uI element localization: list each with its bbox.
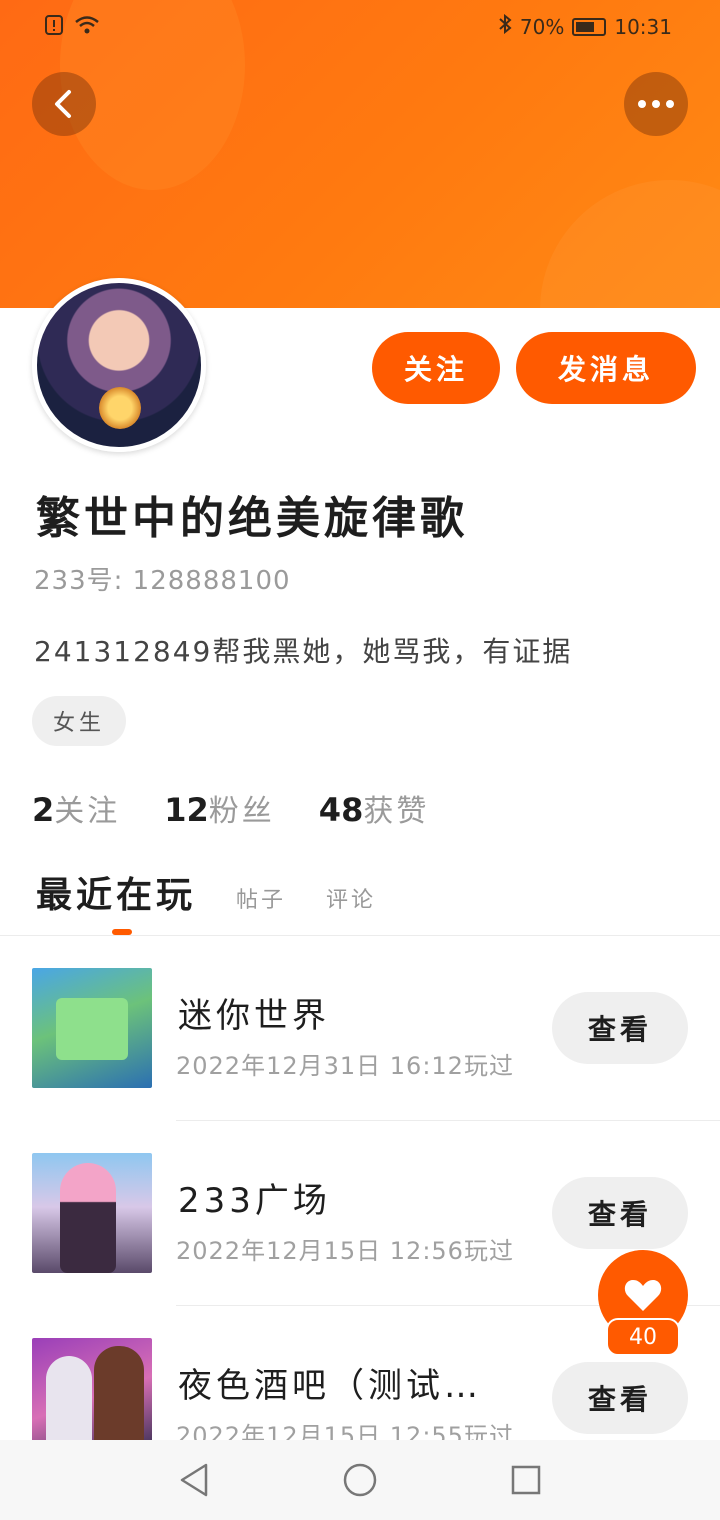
tab-posts[interactable]: 帖子 [236,882,286,914]
stat-label: 粉丝 [208,794,275,829]
banner-decoration [540,180,720,308]
view-button[interactable]: 查看 [552,992,688,1064]
view-button[interactable]: 查看 [552,1362,688,1434]
heart-icon [624,1280,662,1311]
back-button[interactable] [32,72,96,136]
tab-recently-played[interactable]: 最近在玩 [36,866,196,918]
like-count-badge: 40 [606,1318,680,1356]
game-played-time: 2022年12月15日 12:56玩过 [176,1237,514,1265]
nav-back-button[interactable] [166,1452,222,1508]
gender-tag: 女生 [32,696,126,746]
more-dots-icon [638,100,674,108]
game-title: 夜色酒吧（测试… [178,1366,482,1406]
bluetooth-icon [498,13,512,39]
view-button[interactable]: 查看 [552,1177,688,1249]
user-bio: 241312849帮我黑她，她骂我，有证据 [34,635,573,668]
profile-stats: 2关注 12粉丝 48获赞 [32,786,429,830]
avatar[interactable] [32,278,206,452]
clock: 10:31 [614,14,672,39]
system-nav-bar [0,1440,720,1520]
follow-button[interactable]: 关注 [372,332,500,404]
nav-home-button[interactable] [332,1452,388,1508]
triangle-back-icon [180,1463,208,1497]
tab-comments[interactable]: 评论 [326,882,376,914]
stat-following[interactable]: 2关注 [32,786,120,830]
profile-screen: 70% 10:31 关注 发消息 繁世中的绝美旋律歌 233号: 1288881… [0,0,720,1520]
stat-followers[interactable]: 12粉丝 [164,786,275,830]
game-title: 迷你世界 [178,996,330,1036]
send-message-button[interactable]: 发消息 [516,332,696,404]
thumbnail-art [56,998,128,1060]
stat-label: 关注 [54,794,121,829]
profile-tabs: 最近在玩 帖子 评论 [36,866,376,918]
stat-likes[interactable]: 48获赞 [319,786,430,830]
stat-number: 2 [32,791,55,829]
game-thumbnail [32,1153,152,1273]
user-id: 233号: 128888100 [34,566,291,596]
avatar-art [99,387,141,429]
circle-home-icon [343,1463,377,1497]
wifi-icon [74,15,100,40]
game-title: 233广场 [178,1181,331,1221]
alert-icon [44,14,64,41]
battery-percent: 70% [519,14,565,39]
list-item[interactable]: 迷你世界 2022年12月31日 16:12玩过 查看 [0,936,720,1121]
nav-recents-button[interactable] [498,1452,554,1508]
user-name: 繁世中的绝美旋律歌 [36,493,468,544]
battery-icon [572,17,607,36]
status-bar: 70% 10:31 [0,0,720,56]
stat-label: 获赞 [363,794,430,829]
game-thumbnail [32,968,152,1088]
stat-number: 48 [318,791,364,829]
thumbnail-art [60,1163,116,1273]
chevron-left-icon [55,90,71,118]
stat-number: 12 [164,791,209,829]
game-played-time: 2022年12月31日 16:12玩过 [176,1052,514,1080]
square-recents-icon [511,1465,541,1495]
more-button[interactable] [624,72,688,136]
